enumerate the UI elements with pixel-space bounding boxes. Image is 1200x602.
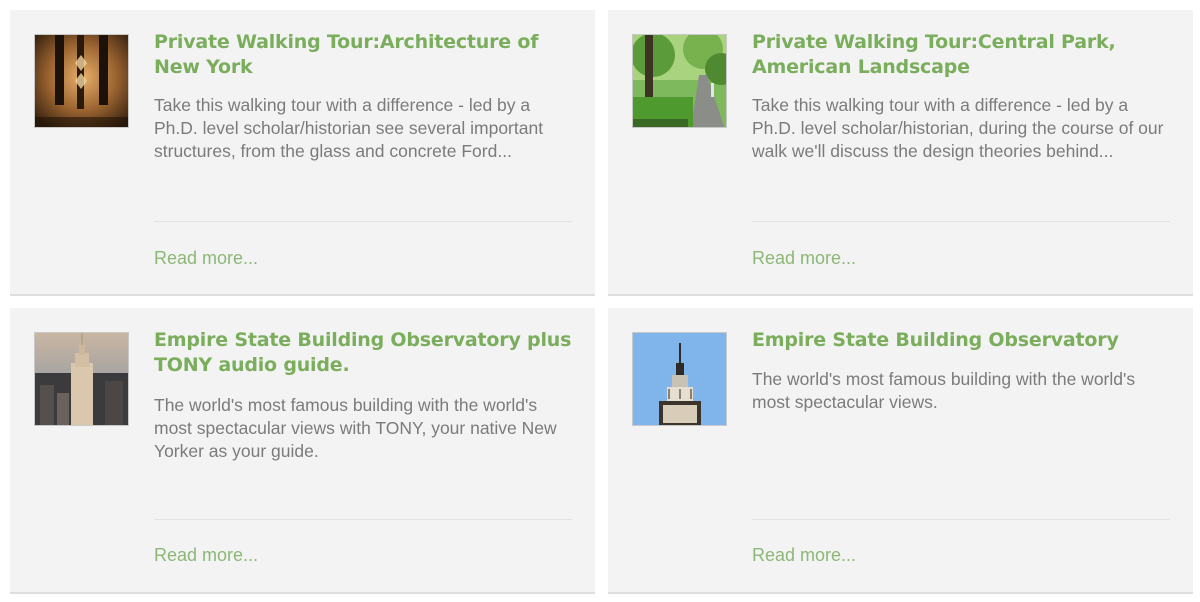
divider	[154, 221, 572, 222]
tour-description: The world's most famous building with th…	[154, 395, 557, 461]
divider	[154, 519, 572, 520]
tour-description: Take this walking tour with a difference…	[752, 95, 1164, 161]
empire-state-photo[interactable]	[632, 332, 727, 426]
architecture-photo[interactable]	[34, 34, 129, 128]
divider	[752, 221, 1170, 222]
tour-card: Empire State Building Observatory plus T…	[10, 308, 595, 594]
tour-title[interactable]: Private Walking Tour:Central Park, Ameri…	[752, 30, 1177, 80]
central-park-photo[interactable]	[632, 34, 727, 128]
read-more-link[interactable]: Read more...	[752, 248, 856, 269]
read-more-link[interactable]: Read more...	[752, 545, 856, 566]
skyline-photo[interactable]	[34, 332, 129, 426]
tour-title[interactable]: Empire State Building Observatory plus T…	[154, 328, 579, 378]
read-more-link[interactable]: Read more...	[154, 248, 258, 269]
tour-title[interactable]: Private Walking Tour:Architecture of New…	[154, 30, 579, 80]
tour-card: Empire State Building Observatory The wo…	[608, 308, 1193, 594]
tour-card: Private Walking Tour:Central Park, Ameri…	[608, 10, 1193, 296]
tour-title[interactable]: Empire State Building Observatory	[752, 328, 1177, 353]
tour-grid: Private Walking Tour:Architecture of New…	[0, 0, 1200, 602]
tour-description: Take this walking tour with a difference…	[154, 95, 544, 161]
divider	[752, 519, 1170, 520]
tour-description: The world's most famous building with th…	[752, 369, 1136, 412]
read-more-link[interactable]: Read more...	[154, 545, 258, 566]
tour-card: Private Walking Tour:Architecture of New…	[10, 10, 595, 296]
